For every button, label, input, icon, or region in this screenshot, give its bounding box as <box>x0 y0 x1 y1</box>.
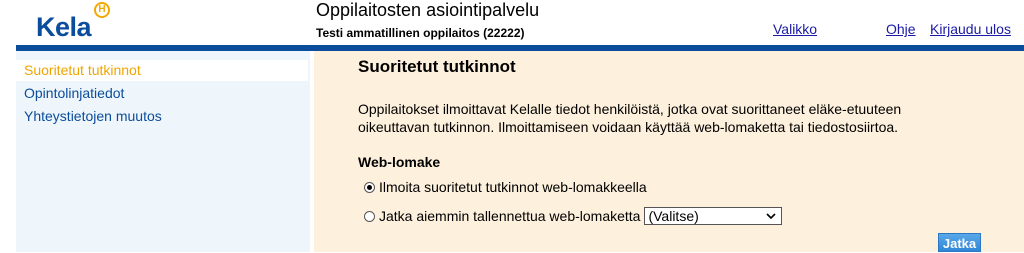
radio-continue-saved[interactable] <box>364 210 375 222</box>
saved-form-select[interactable]: (Valitse) <box>644 207 783 225</box>
option-continue-saved-label[interactable]: Jatka aiemmin tallennettua web-lomaketta <box>379 207 640 225</box>
main-content: Suoritetut tutkinnot Oppilaitokset ilmoi… <box>314 51 1024 252</box>
option-new-form-label[interactable]: Ilmoita suoritetut tutkinnot web-lomakke… <box>379 178 647 196</box>
kela-logo: Kela H <box>36 2 116 42</box>
organization-name: Testi ammatillinen oppilaitos (22222) <box>316 26 525 40</box>
option-continue-saved: Jatka aiemmin tallennettua web-lomaketta… <box>364 207 783 225</box>
help-link[interactable]: Ohje <box>886 21 916 37</box>
logout-link[interactable]: Kirjaudu ulos <box>930 21 1011 37</box>
continue-button[interactable]: Jatka <box>938 233 981 252</box>
page-title: Suoritetut tutkinnot <box>358 57 516 76</box>
header: Kela H Oppilaitosten asiointipalvelu Tes… <box>0 0 1024 43</box>
intro-text: Oppilaitokset ilmoittavat Kelalle tiedot… <box>358 101 902 135</box>
chevron-down-icon <box>766 213 777 220</box>
option-new-form: Ilmoita suoritetut tutkinnot web-lomakke… <box>364 178 647 196</box>
radio-new-form[interactable] <box>364 181 375 193</box>
menu-link[interactable]: Valikko <box>773 21 817 37</box>
sidebar-item-opintolinjatiedot[interactable]: Opintolinjatiedot <box>16 83 308 104</box>
app-title: Oppilaitosten asiointipalvelu <box>316 0 540 20</box>
logo-text: Kela <box>36 12 92 42</box>
logo-badge-icon: H <box>94 2 110 18</box>
sidebar: Suoritetut tutkinnot Opintolinjatiedot Y… <box>16 51 310 252</box>
sidebar-item-yhteystietojen-muutos[interactable]: Yhteystietojen muutos <box>16 106 308 127</box>
sidebar-item-suoritetut-tutkinnot[interactable]: Suoritetut tutkinnot <box>16 60 308 81</box>
section-heading: Web-lomake <box>358 154 441 170</box>
saved-form-select-value: (Valitse) <box>648 208 699 224</box>
